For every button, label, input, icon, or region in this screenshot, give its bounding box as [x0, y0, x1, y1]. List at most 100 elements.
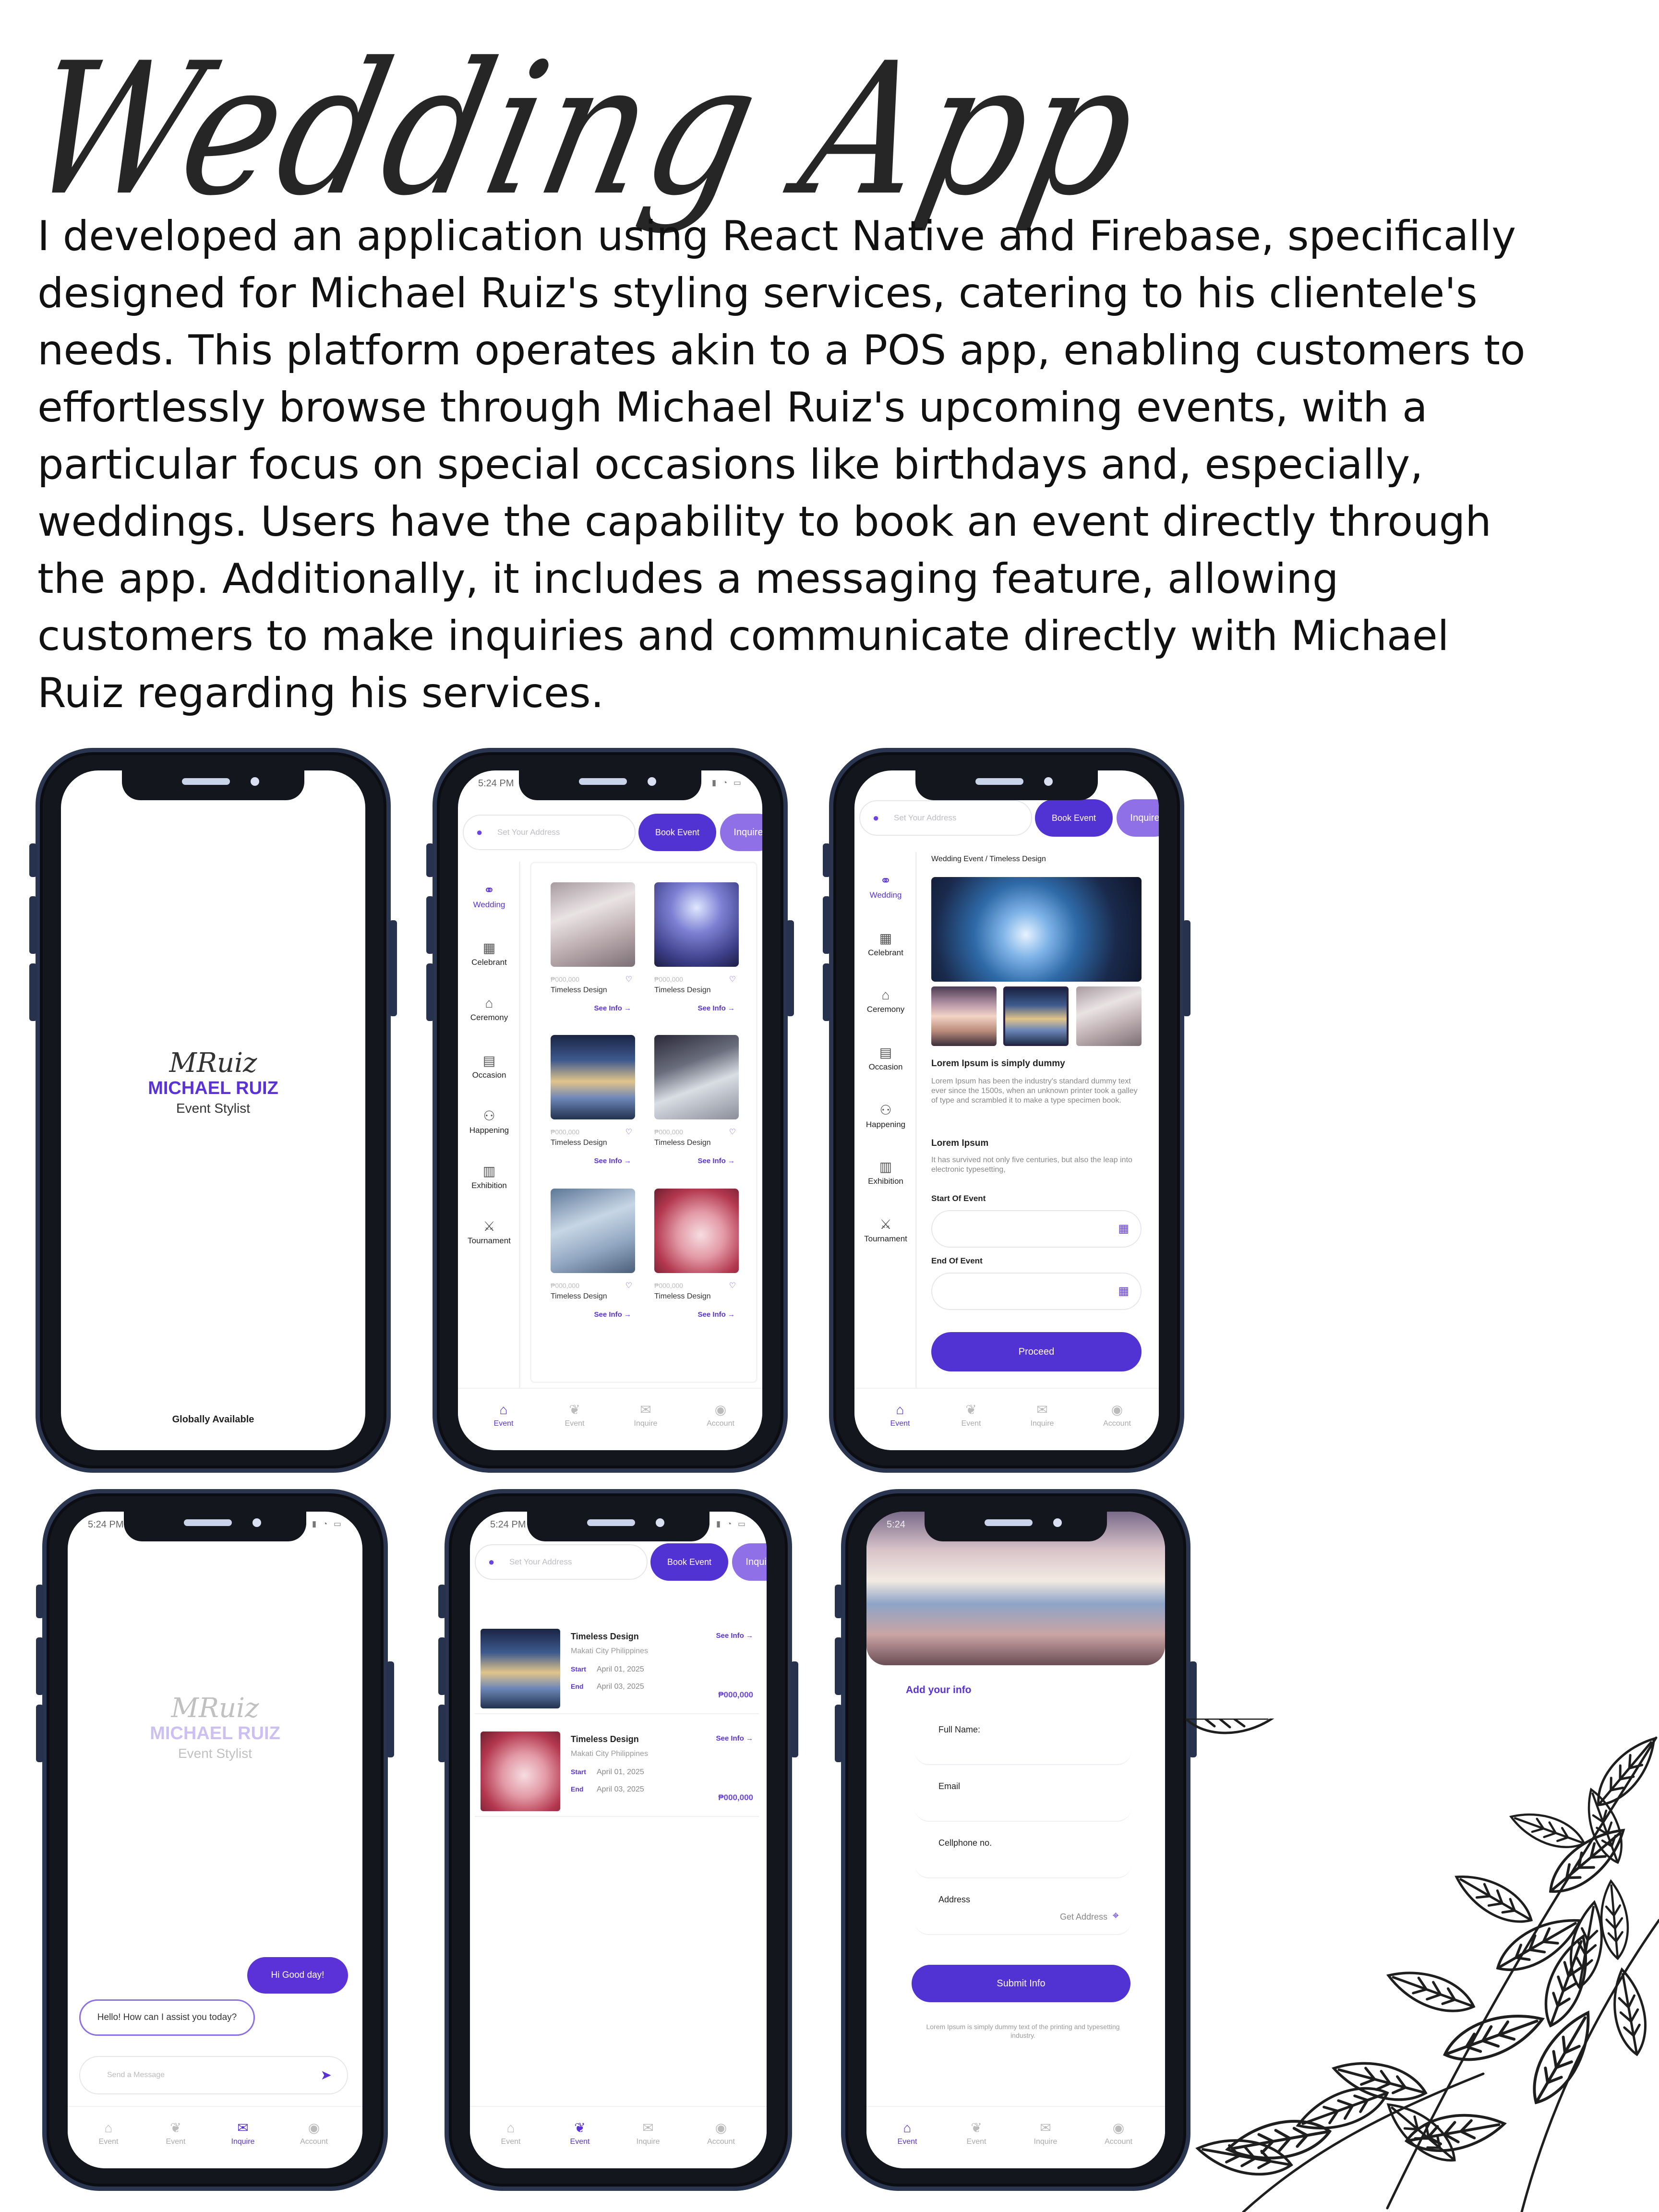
heart-icon[interactable]: ♡ [729, 1127, 736, 1137]
splash-footer: Globally Available [172, 1414, 254, 1425]
heart-icon[interactable]: ♡ [729, 974, 736, 984]
category-happening[interactable]: ⚇ Happening [854, 1101, 917, 1130]
book-event-button[interactable]: Book Event [650, 1543, 728, 1581]
category-celebrant[interactable]: ▦ Celebrant [854, 929, 917, 958]
start-date-field[interactable]: ▦ [931, 1210, 1142, 1248]
product-card[interactable]: ₱000,000 ♡ Timeless Design See Info → [654, 1189, 739, 1319]
event-title: Timeless Design [571, 1734, 639, 1744]
book-event-button[interactable]: Book Event [1035, 799, 1113, 837]
home-icon: ⌂ [104, 2120, 113, 2135]
tab-inquire[interactable]: ✉ Inquire [614, 1400, 677, 1428]
inquire-button[interactable]: Inquire [732, 1543, 767, 1581]
category-exhibition[interactable]: ▥ Exhibition [458, 1162, 520, 1190]
logo-script: MRuiz [171, 1693, 259, 1724]
event-list-item[interactable]: Timeless Design Makati City Philippines … [475, 1723, 759, 1817]
category-happening[interactable]: ⚇ Happening [458, 1106, 520, 1135]
send-icon[interactable]: ➤ [321, 2057, 332, 2093]
mail-icon: ✉ [1036, 1402, 1048, 1417]
book-event-button[interactable]: Book Event [638, 814, 716, 851]
category-tournament[interactable]: ⚔ Tournament [458, 1217, 520, 1246]
notch [122, 770, 304, 800]
inquire-button[interactable]: Inquire [1117, 799, 1159, 837]
product-card[interactable]: ₱000,000 ♡ Timeless Design See Info → [551, 1189, 635, 1319]
heart-icon[interactable]: ♡ [729, 1281, 736, 1290]
cellphone-field[interactable] [914, 1843, 1131, 1878]
tab-inquire[interactable]: ✉ Inquire [1014, 2118, 1077, 2146]
tab-account[interactable]: ◉ Account [1087, 2118, 1150, 2146]
inquire-button[interactable]: Inquire [720, 814, 762, 851]
booth-icon: ▥ [482, 1164, 496, 1178]
address-placeholder: Set Your Address [894, 813, 957, 822]
see-info-link[interactable]: See Info → [716, 1632, 753, 1640]
end-date-field[interactable]: ▦ [931, 1273, 1142, 1310]
tab-event[interactable]: ⌂ Event [869, 1400, 931, 1428]
logo-script: MRuiz [169, 1047, 257, 1079]
heart-icon[interactable]: ♡ [625, 974, 632, 984]
tab-event[interactable]: ⌂ Event [77, 2118, 140, 2146]
category-wedding[interactable]: ⚭ Wedding [854, 871, 917, 900]
category-celebrant[interactable]: ▦ Celebrant [458, 938, 520, 967]
address-input[interactable]: ● Set Your Address [463, 815, 636, 850]
event-thumbnail[interactable] [931, 986, 997, 1046]
heart-icon[interactable]: ♡ [625, 1281, 632, 1290]
product-card[interactable]: ₱000,000 ♡ Timeless Design See Info → [551, 1035, 635, 1165]
heart-icon[interactable]: ♡ [625, 1127, 632, 1137]
product-image [551, 1189, 635, 1273]
category-ceremony[interactable]: ⌂ Ceremony [458, 994, 520, 1022]
submit-info-button[interactable]: Submit Info [912, 1965, 1130, 2002]
tab-event[interactable]: ⌂ Event [876, 2118, 938, 2146]
address-input[interactable]: ● Set Your Address [475, 1544, 648, 1580]
home-icon: ⌂ [506, 2120, 515, 2135]
event-list-item[interactable]: Timeless Design Makati City Philippines … [475, 1620, 759, 1714]
tab-account[interactable]: ◉ Account [1086, 1400, 1148, 1428]
tab-inquire[interactable]: ✉ Inquire [1011, 1400, 1073, 1428]
tab-event[interactable]: ⌂ Event [480, 2118, 542, 2146]
tab-inquire[interactable]: ✉ Inquire [212, 2118, 274, 2146]
see-info-link[interactable]: See Info → [716, 1734, 753, 1743]
product-card[interactable]: ₱000,000 ♡ Timeless Design See Info → [654, 1035, 739, 1165]
tab-inquire[interactable]: ✉ Inquire [617, 2118, 679, 2146]
see-info-link[interactable]: See Info → [654, 1004, 739, 1012]
see-info-link[interactable]: See Info → [551, 1310, 635, 1319]
tab-event-2[interactable]: ❦ Event [549, 2118, 611, 2146]
crosshair-icon[interactable]: ⌖ [1112, 1909, 1119, 1923]
event-price: ₱000,000 [718, 1793, 753, 1802]
category-tournament[interactable]: ⚔ Tournament [854, 1215, 917, 1244]
get-address-link[interactable]: Get Address [1060, 1912, 1107, 1922]
product-card[interactable]: ₱000,000 ♡ Timeless Design See Info → [551, 882, 635, 1012]
see-info-link[interactable]: See Info → [654, 1310, 739, 1319]
category-ceremony[interactable]: ⌂ Ceremony [854, 986, 917, 1014]
proceed-button[interactable]: Proceed [931, 1332, 1142, 1371]
see-info-link[interactable]: See Info → [551, 1004, 635, 1012]
account-icon: ◉ [1112, 2120, 1125, 2135]
tab-account[interactable]: ◉ Account [283, 2118, 345, 2146]
tab-event-2[interactable]: ❦ Event [144, 2118, 207, 2146]
calendar-icon[interactable]: ▦ [1118, 1284, 1129, 1298]
email-field[interactable] [914, 1786, 1131, 1822]
rings-icon: ⚭ [880, 873, 891, 888]
tab-event-2[interactable]: ❦ Event [940, 1400, 1002, 1428]
bottom-tab-bar: ⌂ Event ❦ Event ✉ Inquire ◉ Account [470, 2106, 767, 2168]
see-info-link[interactable]: See Info → [654, 1157, 739, 1165]
category-occasion[interactable]: ▤ Occasion [854, 1043, 917, 1072]
category-exhibition[interactable]: ▥ Exhibition [854, 1157, 917, 1186]
bottom-tab-bar: ⌂ Event ❦ Event ✉ Inquire ◉ Account [866, 2106, 1165, 2168]
full-name-field[interactable] [914, 1730, 1131, 1765]
product-card[interactable]: ₱000,000 ♡ Timeless Design See Info → [654, 882, 739, 1012]
tab-event-2[interactable]: ❦ Event [945, 2118, 1008, 2146]
calendar-icon[interactable]: ▦ [1118, 1222, 1129, 1236]
tab-account[interactable]: ◉ Account [689, 1400, 752, 1428]
tab-account[interactable]: ◉ Account [690, 2118, 752, 2146]
category-wedding[interactable]: ⚭ Wedding [458, 881, 520, 910]
event-end-label: End [571, 1683, 584, 1690]
people-icon: ⚇ [879, 1103, 892, 1118]
start-date-label: Start Of Event [931, 1194, 986, 1203]
see-info-link[interactable]: See Info → [551, 1157, 635, 1165]
address-input[interactable]: ● Set Your Address [859, 800, 1032, 836]
tab-event[interactable]: ⌂ Event [472, 1400, 535, 1428]
category-occasion[interactable]: ▤ Occasion [458, 1051, 520, 1080]
event-thumbnail[interactable] [1003, 986, 1069, 1046]
event-thumbnail[interactable] [1076, 986, 1142, 1046]
tab-event-2[interactable]: ❦ Event [543, 1400, 606, 1428]
message-input[interactable]: Send a Message ➤ [79, 2056, 348, 2094]
